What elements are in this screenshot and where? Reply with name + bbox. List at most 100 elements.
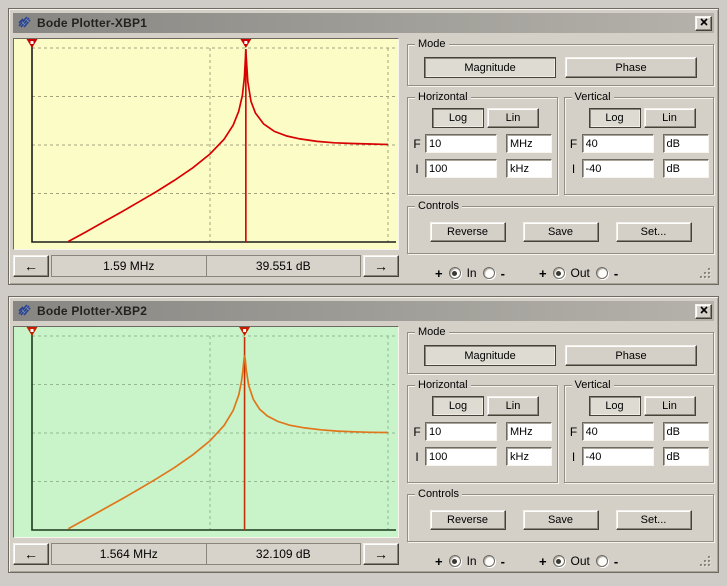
in-minus-radio[interactable] (483, 555, 495, 567)
vertical-final-unit-input[interactable] (663, 422, 709, 441)
set-button[interactable]: Set... (616, 222, 692, 242)
cursor-navbar: ← 1.59 MHz 39.551 dB → (13, 255, 399, 277)
vertical-lin-button[interactable]: Lin (644, 396, 696, 416)
cursor-left-button[interactable]: ← (13, 543, 49, 565)
bode-magnitude-plot[interactable] (14, 327, 398, 537)
out-plus-radio[interactable] (553, 555, 565, 567)
cursor-left-button[interactable]: ← (13, 255, 49, 277)
horizontal-lin-button[interactable]: Lin (487, 108, 539, 128)
bode-plotter-icon (17, 15, 33, 32)
horizontal-final-value-input[interactable] (425, 422, 497, 441)
save-button[interactable]: Save (523, 510, 599, 530)
vertical-final-value-input[interactable] (582, 134, 654, 153)
phase-button[interactable]: Phase (565, 57, 697, 78)
left-arrow-icon: ← (24, 258, 38, 274)
vertical-final-label: F (569, 137, 579, 151)
horizontal-log-button[interactable]: Log (432, 108, 484, 128)
horizontal-lin-button[interactable]: Lin (487, 396, 539, 416)
magnitude-button[interactable]: Magnitude (424, 345, 556, 366)
cursor-frequency-readout: 1.564 MHz (51, 543, 207, 565)
out-minus-radio[interactable] (596, 267, 608, 279)
in-plus-radio[interactable] (449, 267, 461, 279)
horizontal-final-value-input[interactable] (425, 134, 497, 153)
out-label: Out (571, 554, 590, 568)
in-plus-radio[interactable] (449, 555, 461, 567)
vertical-group-label: Vertical (572, 91, 614, 103)
vertical-lin-button[interactable]: Lin (644, 108, 696, 128)
horizontal-final-label: F (412, 425, 422, 439)
vertical-log-button[interactable]: Log (589, 108, 641, 128)
horizontal-group: Horizontal Log Lin F I (407, 97, 558, 195)
out-plus-label: + (539, 554, 547, 569)
close-button[interactable] (695, 304, 712, 319)
cursor-magnitude-readout: 39.551 dB (207, 255, 362, 277)
out-label: Out (571, 266, 590, 280)
vertical-group-label: Vertical (572, 379, 614, 391)
cursor-navbar: ← 1.564 MHz 32.109 dB → (13, 543, 399, 565)
set-button[interactable]: Set... (616, 510, 692, 530)
out-minus-label: - (614, 266, 618, 281)
resize-grip-icon[interactable] (699, 267, 712, 283)
controls-group: Controls Reverse Save Set... (407, 206, 714, 254)
out-minus-label: - (614, 554, 618, 569)
controls-group-label: Controls (415, 200, 462, 212)
reverse-button[interactable]: Reverse (430, 222, 506, 242)
mode-group-label: Mode (415, 38, 449, 50)
plot-area[interactable] (13, 326, 399, 538)
in-plus-label: + (435, 554, 443, 569)
left-arrow-icon: ← (24, 546, 38, 562)
horizontal-group-label: Horizontal (415, 91, 471, 103)
cursor-right-button[interactable]: → (363, 255, 399, 277)
horizontal-group: Horizontal Log Lin F I (407, 385, 558, 483)
close-icon (700, 305, 708, 317)
vertical-initial-label: I (569, 162, 579, 176)
horizontal-final-unit-input[interactable] (506, 422, 552, 441)
right-arrow-icon: → (374, 546, 388, 562)
in-minus-radio[interactable] (483, 267, 495, 279)
out-plus-label: + (539, 266, 547, 281)
cursor-magnitude-readout: 32.109 dB (207, 543, 362, 565)
mode-group-label: Mode (415, 326, 449, 338)
vertical-final-unit-input[interactable] (663, 134, 709, 153)
title-bar[interactable]: Bode Plotter-XBP1 (13, 13, 714, 33)
bode-plotter-window-xbp1: Bode Plotter-XBP1 ← 1.59 MHz 39.551 dB →… (8, 8, 719, 285)
cursor-right-button[interactable]: → (363, 543, 399, 565)
vertical-initial-value-input[interactable] (582, 159, 654, 178)
vertical-initial-value-input[interactable] (582, 447, 654, 466)
save-button[interactable]: Save (523, 222, 599, 242)
close-button[interactable] (695, 16, 712, 31)
horizontal-log-button[interactable]: Log (432, 396, 484, 416)
vertical-initial-unit-input[interactable] (663, 159, 709, 178)
plot-area[interactable] (13, 38, 399, 250)
window-title: Bode Plotter-XBP1 (37, 16, 691, 30)
mode-group: Mode Magnitude Phase (407, 332, 714, 374)
in-minus-label: - (501, 554, 505, 569)
vertical-group: Vertical Log Lin F I (564, 385, 715, 483)
out-plus-radio[interactable] (553, 267, 565, 279)
phase-button[interactable]: Phase (565, 345, 697, 366)
in-plus-label: + (435, 266, 443, 281)
title-bar[interactable]: Bode Plotter-XBP2 (13, 301, 714, 321)
mode-group: Mode Magnitude Phase (407, 44, 714, 86)
vertical-log-button[interactable]: Log (589, 396, 641, 416)
reverse-button[interactable]: Reverse (430, 510, 506, 530)
out-minus-radio[interactable] (596, 555, 608, 567)
horizontal-initial-value-input[interactable] (425, 159, 497, 178)
vertical-final-value-input[interactable] (582, 422, 654, 441)
controls-group-label: Controls (415, 488, 462, 500)
magnitude-button[interactable]: Magnitude (424, 57, 556, 78)
io-terminals-row: + In - + Out - (407, 263, 714, 283)
vertical-final-label: F (569, 425, 579, 439)
vertical-initial-unit-input[interactable] (663, 447, 709, 466)
vertical-initial-label: I (569, 450, 579, 464)
resize-grip-icon[interactable] (699, 555, 712, 571)
bode-plotter-icon (17, 303, 33, 320)
horizontal-group-label: Horizontal (415, 379, 471, 391)
horizontal-final-unit-input[interactable] (506, 134, 552, 153)
horizontal-initial-value-input[interactable] (425, 447, 497, 466)
bode-magnitude-plot[interactable] (14, 39, 398, 249)
horizontal-initial-unit-input[interactable] (506, 159, 552, 178)
horizontal-initial-unit-input[interactable] (506, 447, 552, 466)
horizontal-initial-label: I (412, 162, 422, 176)
in-label: In (467, 554, 477, 568)
